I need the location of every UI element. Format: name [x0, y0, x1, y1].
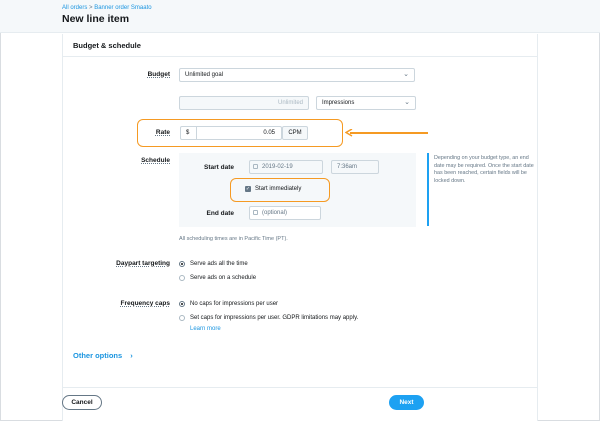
page-title: New line item	[62, 13, 130, 25]
other-options-label: Other options	[73, 351, 123, 360]
daypart-radio-all-time[interactable]	[179, 261, 185, 267]
end-date-placeholder: (optional)	[262, 210, 288, 216]
rate-unit: CPM	[282, 126, 308, 140]
end-date-label: End date	[206, 210, 234, 217]
breadcrumb: All orders > Banner order Smaato	[62, 5, 152, 11]
calendar-icon	[253, 164, 258, 169]
breadcrumb-order-link[interactable]: Banner order Smaato	[94, 5, 151, 11]
end-date-input[interactable]: (optional)	[249, 206, 321, 220]
start-immediately-label: Start immediately	[255, 186, 302, 192]
frequency-radio-no-caps[interactable]	[179, 301, 185, 307]
rate-input[interactable]: $ 0.05	[180, 126, 282, 140]
info-accent-bar	[427, 153, 429, 226]
frequency-option-set-caps: Set caps for impressions per user. GDPR …	[190, 315, 359, 321]
currency-symbol: $	[186, 130, 190, 136]
schedule-info-text: Depending on your budget type, an end da…	[434, 155, 534, 184]
start-date-value: 2019-02-19	[262, 164, 293, 170]
arrow-head-icon	[345, 129, 353, 137]
chevron-down-icon: ⌄	[404, 99, 410, 106]
calendar-icon	[253, 210, 258, 215]
learn-more-link[interactable]: Learn more	[190, 326, 221, 332]
rate-divider	[196, 127, 197, 139]
budget-unit-select[interactable]: Impressions ⌄	[316, 96, 416, 110]
rate-label: Rate	[155, 129, 170, 136]
page-header: All orders > Banner order Smaato New lin…	[0, 0, 600, 33]
form-card	[62, 34, 538, 421]
footer-divider	[62, 387, 538, 388]
rate-value: 0.05	[263, 130, 275, 136]
budget-label: Budget	[147, 71, 170, 78]
next-button[interactable]: Next	[389, 395, 424, 410]
breadcrumb-separator: >	[89, 5, 93, 11]
daypart-option-schedule: Serve ads on a schedule	[190, 275, 257, 281]
start-date-input[interactable]: 2019-02-19	[249, 160, 323, 174]
rate-unit-label: CPM	[288, 130, 302, 136]
highlight-arrow-line	[350, 132, 428, 134]
cancel-button[interactable]: Cancel	[62, 395, 102, 410]
budget-select[interactable]: Unlimited goal ⌄	[179, 68, 415, 82]
frequency-radio-set-caps[interactable]	[179, 315, 185, 321]
other-options-toggle[interactable]: Other options ›	[73, 351, 133, 360]
daypart-label: Daypart targeting	[116, 260, 170, 267]
section-title: Budget & schedule	[73, 41, 141, 50]
frequency-option-no-caps: No caps for impressions per user	[190, 301, 279, 307]
budget-amount-input[interactable]: Unlimited	[179, 96, 309, 110]
section-divider	[62, 56, 538, 57]
breadcrumb-all-orders-link[interactable]: All orders	[62, 5, 87, 11]
start-immediately-checkbox[interactable]: ✓	[245, 186, 251, 192]
schedule-label: Schedule	[141, 157, 170, 164]
daypart-option-all-time: Serve ads all the time	[190, 261, 248, 267]
chevron-down-icon: ⌄	[403, 71, 409, 78]
timezone-note: All scheduling times are in Pacific Time…	[179, 236, 288, 242]
budget-unit-value: Impressions	[322, 100, 355, 106]
budget-select-value: Unlimited goal	[185, 72, 224, 78]
daypart-radio-schedule[interactable]	[179, 275, 185, 281]
start-date-label: Start date	[204, 164, 234, 171]
frequency-label: Frequency caps	[120, 300, 171, 307]
start-time-value: 7:36am	[337, 164, 358, 170]
start-time-input[interactable]: 7:36am	[331, 160, 379, 174]
chevron-right-icon: ›	[130, 351, 133, 360]
budget-amount-placeholder: Unlimited	[277, 100, 303, 106]
